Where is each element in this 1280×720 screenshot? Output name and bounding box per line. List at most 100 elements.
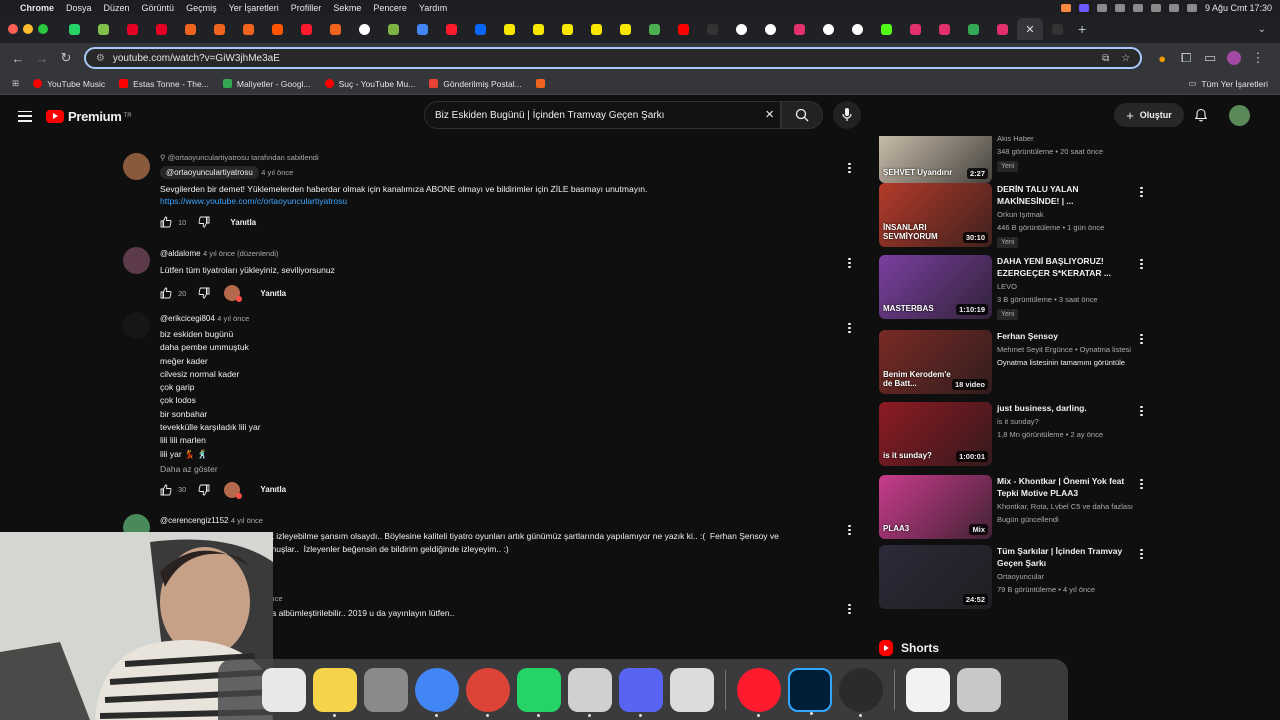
chrome-menu-icon[interactable]: ⋮ [1248, 48, 1268, 68]
channel-link[interactable]: https://www.youtube.com/c/ortaoyunculart… [160, 196, 647, 206]
browser-tab[interactable] [698, 18, 727, 40]
close-window-button[interactable] [8, 24, 18, 34]
reply-button[interactable]: Yanıtla [260, 289, 286, 298]
back-icon[interactable]: ← [8, 48, 28, 68]
menu-item-history[interactable]: Geçmiş [186, 3, 217, 13]
like-icon[interactable] [160, 216, 172, 228]
clear-search-icon[interactable]: × [765, 107, 774, 122]
browser-tab[interactable] [901, 18, 930, 40]
related-video[interactable]: MASTERBAS 1:10:19 DAHA YENİ BAŞLIYORUZ! EZ… [879, 255, 1151, 320]
menu-item-help[interactable]: Yardım [419, 3, 447, 13]
browser-tab[interactable] [727, 18, 756, 40]
like-icon[interactable] [160, 287, 172, 299]
comment-time[interactable]: ...önce [260, 594, 454, 603]
like-icon[interactable] [160, 484, 172, 496]
browser-tab[interactable] [205, 18, 234, 40]
video-thumbnail[interactable]: 24:52 [879, 545, 992, 609]
avatar[interactable] [123, 153, 150, 180]
menu-item-profiles[interactable]: Profiller [291, 3, 322, 13]
browser-tab[interactable] [988, 18, 1017, 40]
address-bar[interactable]: ⚙ youtube.com/watch?v=GiW3jhMe3aE ⧉ ☆ [83, 47, 1143, 69]
browser-tab[interactable] [611, 18, 640, 40]
show-less-button[interactable]: Daha az göster [160, 464, 286, 474]
extension-icon[interactable]: ● [1152, 48, 1172, 68]
browser-tab[interactable] [930, 18, 959, 40]
hamburger-menu-icon[interactable] [18, 110, 32, 122]
spotlight-icon[interactable] [1168, 3, 1179, 12]
bookmark-item[interactable]: YouTube Music [33, 79, 105, 89]
close-tab-icon[interactable]: ✕ [1025, 23, 1034, 36]
video-menu-icon[interactable] [1140, 257, 1143, 271]
apps-grid-icon[interactable]: ⊞ [12, 78, 19, 89]
channel-name[interactable]: Ortaoyuncular [997, 570, 1137, 583]
forward-icon[interactable]: → [32, 48, 52, 68]
comment-time[interactable]: 4 yıl önce (düzenlendi) [203, 249, 278, 258]
related-video[interactable]: 24:52 Tüm Şarkılar | İçinden Tramvay Geçe… [879, 545, 1151, 609]
comment-time[interactable]: 4 yıl önce [217, 314, 249, 323]
dislike-icon[interactable] [198, 287, 210, 299]
iphone-mirroring-icon[interactable] [568, 667, 612, 717]
channel-name[interactable]: is it sunday? [997, 415, 1137, 428]
menu-item-window[interactable]: Pencere [373, 3, 407, 13]
comment-author[interactable]: @aldalome [160, 249, 201, 258]
install-app-icon[interactable]: ⧉ [1102, 53, 1109, 64]
video-menu-icon[interactable] [1140, 332, 1143, 346]
reload-icon[interactable]: ↻ [56, 48, 76, 68]
extensions-puzzle-icon[interactable]: ⧠ [1176, 48, 1196, 68]
menu-item-bookmarks[interactable]: Yer İşaretleri [229, 3, 279, 13]
all-bookmarks-button[interactable]: ▭ Tüm Yer İşaretleri [1188, 78, 1268, 89]
chrome-icon[interactable] [415, 667, 459, 717]
screen-record-icon[interactable] [1078, 3, 1089, 12]
sidebar-icon[interactable]: ▭ [1200, 48, 1220, 68]
comment-time[interactable]: 4 yıl önce [261, 168, 293, 177]
video-thumbnail[interactable]: is it sunday? 1:00:01 [879, 402, 992, 466]
dislike-icon[interactable] [198, 484, 210, 496]
browser-tab[interactable] [60, 18, 89, 40]
menu-item-tab[interactable]: Sekme [333, 3, 361, 13]
browser-tab[interactable] [379, 18, 408, 40]
browser-tab[interactable] [524, 18, 553, 40]
browser-tab[interactable] [408, 18, 437, 40]
document-icon[interactable] [906, 667, 950, 712]
browser-tab[interactable] [640, 18, 669, 40]
comment-author[interactable]: @erikcicegi804 [160, 314, 215, 323]
comment-menu-icon[interactable] [848, 321, 852, 335]
video-title[interactable]: DAHA YENİ BAŞLIYORUZ! EZERGEÇER S*KERATA… [997, 255, 1137, 279]
site-info-icon[interactable]: ⚙ [96, 53, 105, 64]
battery-icon[interactable] [1114, 3, 1125, 12]
wifi-icon[interactable] [1132, 3, 1143, 12]
comment-menu-icon[interactable] [848, 523, 852, 537]
avatar[interactable] [123, 247, 150, 274]
channel-name[interactable]: Akis Haber [997, 136, 1137, 145]
menubar-clock[interactable]: 9 Ağu Cmt 17:30 [1205, 3, 1272, 13]
browser-tab[interactable] [785, 18, 814, 40]
video-menu-icon[interactable] [1140, 185, 1143, 199]
comment-time[interactable]: 4 yıl önce [231, 516, 263, 525]
minimize-window-button[interactable] [23, 24, 33, 34]
dislike-icon[interactable] [198, 216, 210, 228]
video-thumbnail[interactable]: ŞEHVET Uyandırır 2:27 [879, 136, 992, 183]
bookmark-item[interactable] [535, 79, 545, 88]
browser-tab[interactable] [437, 18, 466, 40]
comment-author[interactable]: @ortaoyunculartiyatrosu [160, 166, 259, 179]
voice-search-button[interactable] [833, 101, 861, 129]
browser-tab[interactable] [872, 18, 901, 40]
video-menu-icon[interactable] [1140, 404, 1143, 418]
channel-name[interactable]: Orkun Işıtmak [997, 208, 1137, 221]
bookmark-item[interactable]: Gönderilmiş Postal... [429, 79, 522, 89]
browser-tab[interactable] [234, 18, 263, 40]
browser-tab[interactable] [756, 18, 785, 40]
avatar[interactable] [123, 312, 150, 339]
account-avatar[interactable] [1229, 105, 1250, 126]
browser-tab[interactable] [814, 18, 843, 40]
bookmark-star-icon[interactable]: ☆ [1121, 53, 1130, 64]
browser-tab[interactable] [118, 18, 147, 40]
browser-tab[interactable] [553, 18, 582, 40]
search-button[interactable] [781, 101, 823, 129]
menu-item-view[interactable]: Görüntü [142, 3, 175, 13]
video-title[interactable]: DERİN TALU YALAN MAKİNESİNDE! | ... [997, 183, 1137, 207]
comment-menu-icon[interactable] [848, 256, 852, 270]
play-icon[interactable] [1150, 3, 1161, 12]
browser-tab[interactable] [321, 18, 350, 40]
discord-icon[interactable] [619, 667, 663, 717]
